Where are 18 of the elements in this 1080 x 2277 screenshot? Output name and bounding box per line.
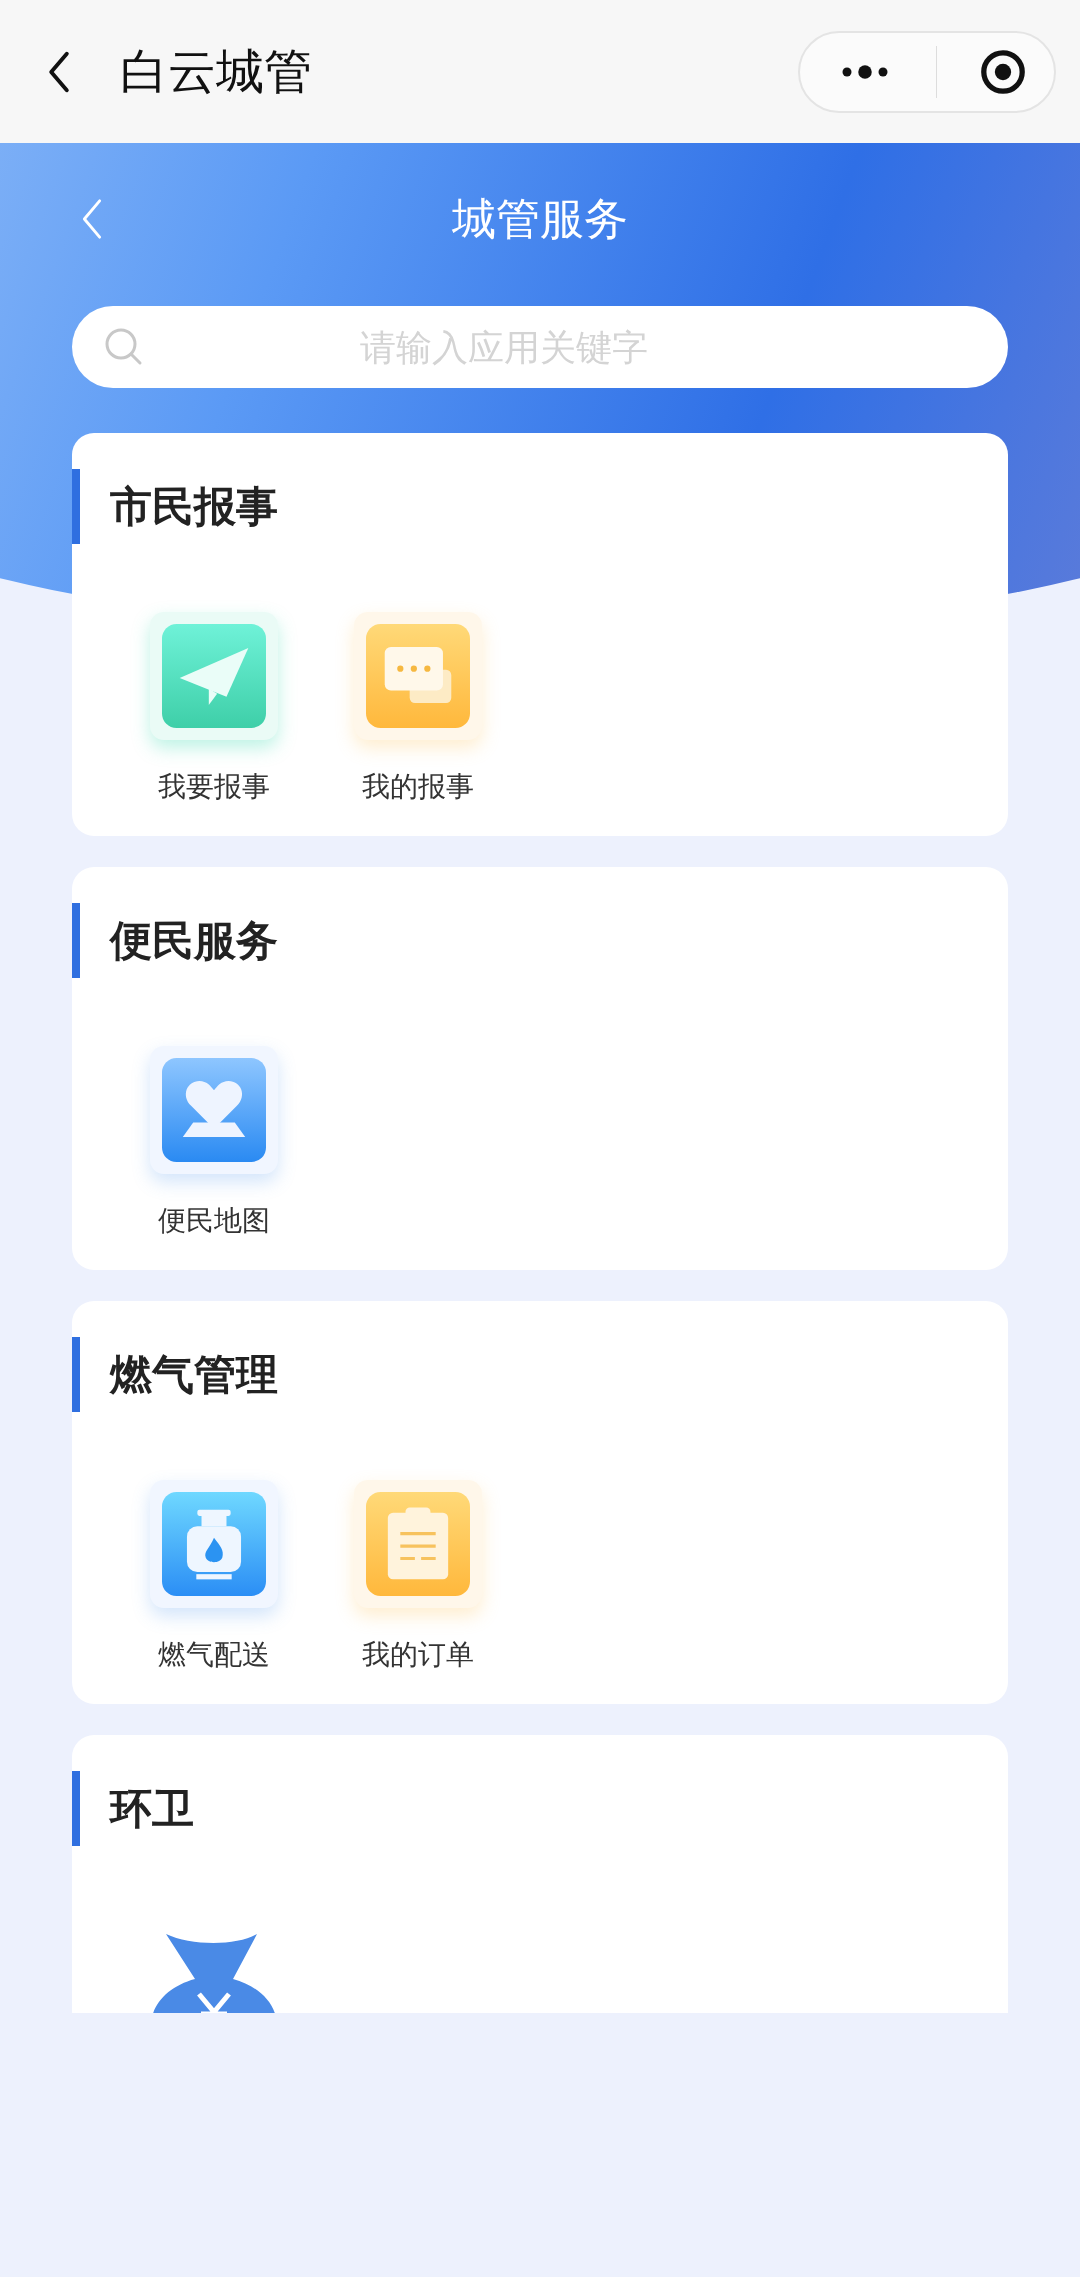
paper-plane-icon[interactable] (162, 624, 266, 728)
close-icon[interactable] (979, 47, 1027, 96)
section-title: 燃气管理 (110, 1348, 278, 1401)
app-label[interactable]: 我的订单 (362, 1636, 474, 1674)
app-label[interactable]: 燃气配送 (158, 1636, 270, 1674)
chat-bubbles-icon[interactable] (366, 624, 470, 728)
app-label[interactable]: 我的报事 (362, 768, 474, 806)
money-bag-icon[interactable] (151, 1934, 277, 2013)
clipboard-icon[interactable] (366, 1492, 470, 1596)
section-title: 环卫 (110, 1782, 194, 1835)
app-label[interactable]: 我要报事 (158, 768, 270, 806)
section-title: 市民报事 (110, 480, 278, 533)
section-title: 便民服务 (110, 914, 278, 967)
heart-map-icon[interactable] (162, 1058, 266, 1162)
gas-cylinder-icon[interactable] (162, 1492, 266, 1596)
app-label[interactable]: 便民地图 (158, 1202, 270, 1240)
page-title: 城管服务 (452, 191, 628, 246)
app-title: 白云城管 (120, 41, 312, 101)
